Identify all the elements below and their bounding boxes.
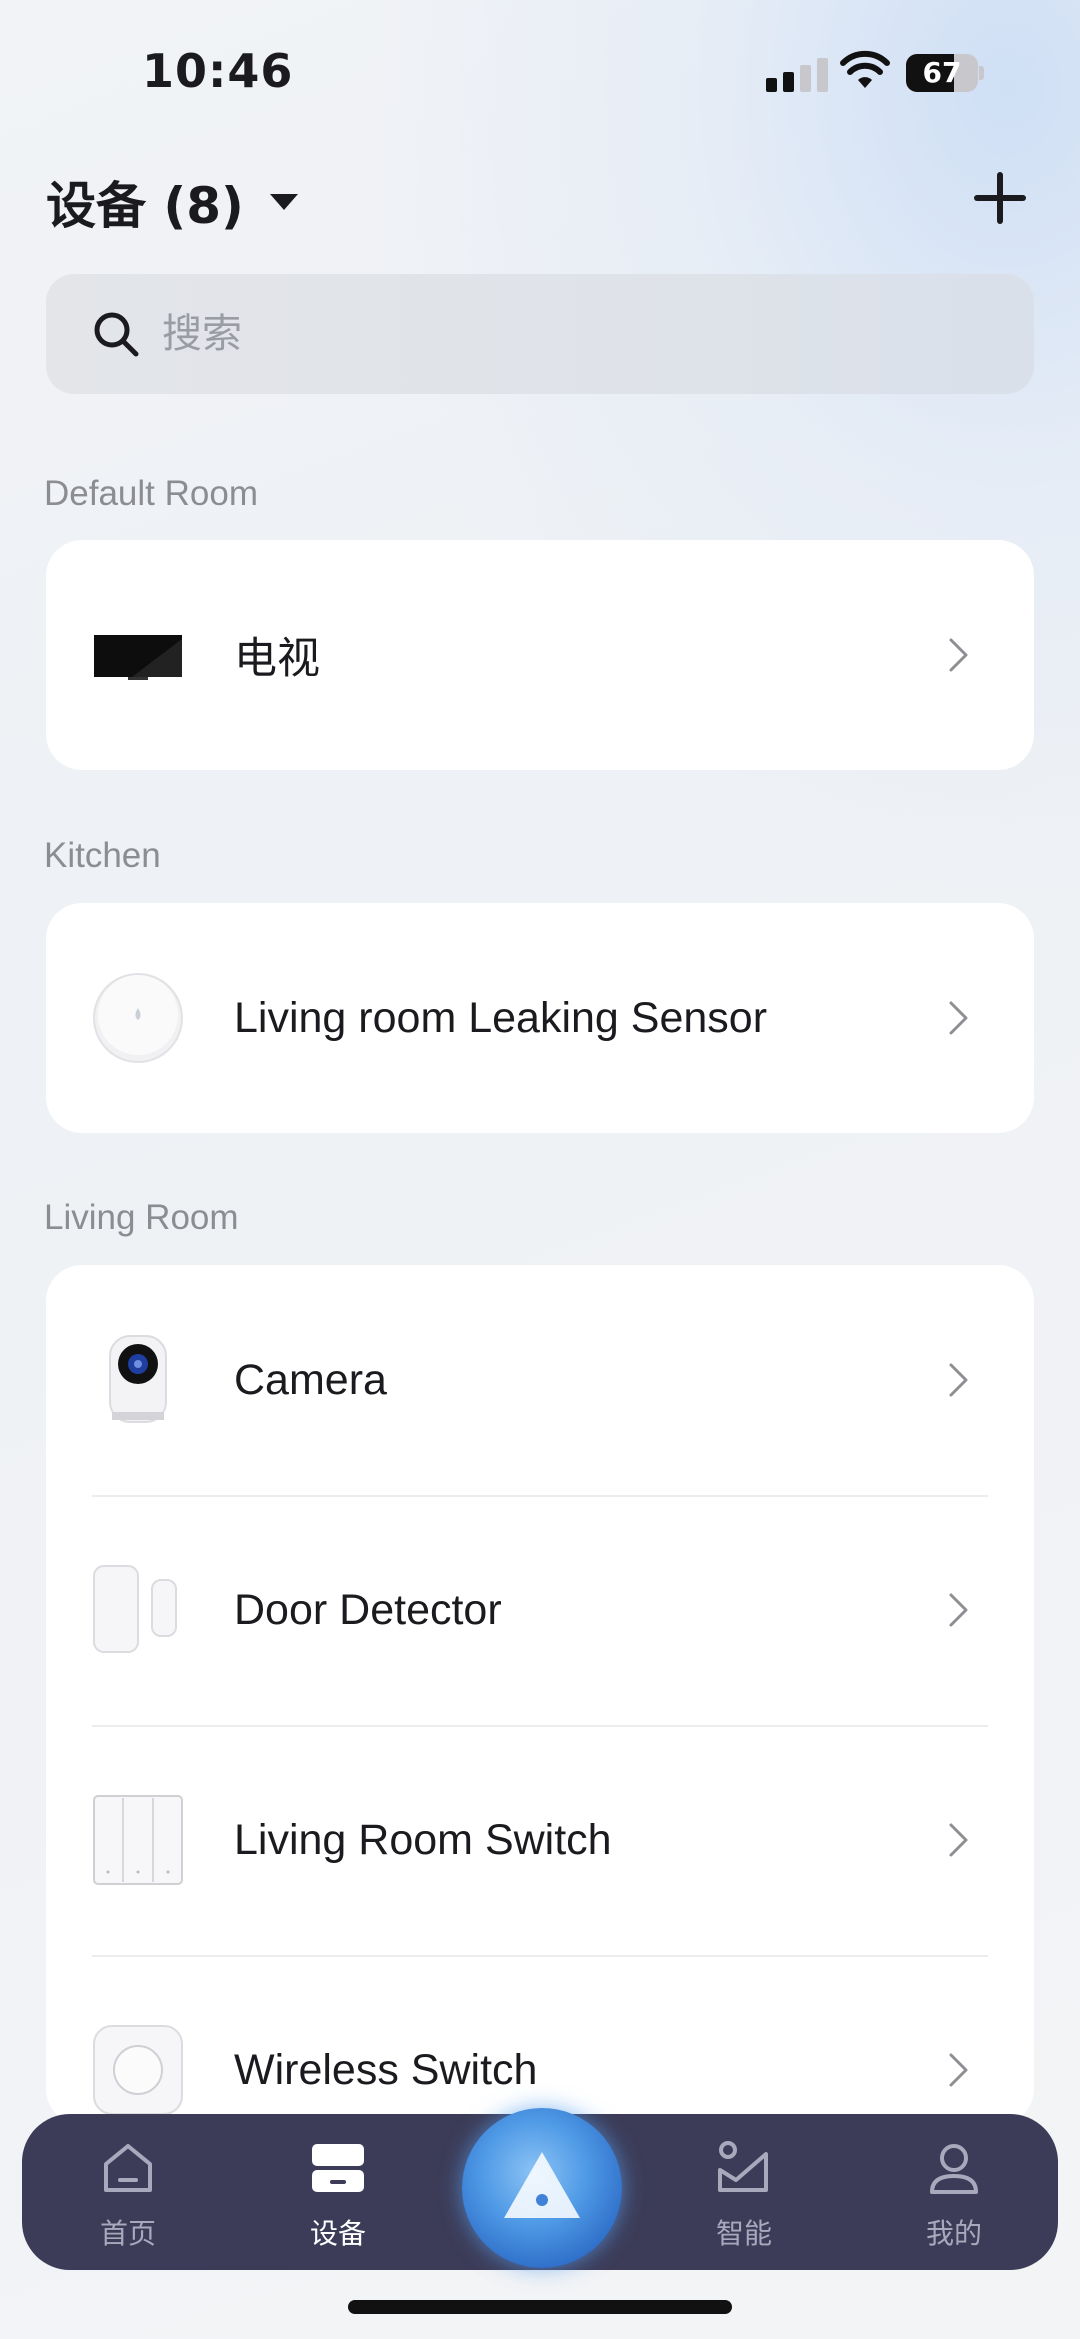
search-icon: [94, 312, 139, 357]
device-name: Wireless Switch: [234, 2045, 538, 2094]
assistant-orb-button[interactable]: [462, 2108, 622, 2268]
battery-icon: 67: [906, 54, 984, 92]
wifi-icon: [840, 50, 890, 88]
tab-label: 首页: [99, 2217, 156, 2250]
tab-profile[interactable]: 我的: [884, 2114, 1024, 2270]
leak-sensor-icon: [93, 973, 183, 1063]
section-label-kitchen: Kitchen: [44, 836, 161, 875]
wireless-switch-icon: [93, 2025, 183, 2115]
home-icon: [104, 2144, 152, 2192]
tab-home[interactable]: 首页: [58, 2114, 198, 2270]
device-row[interactable]: Wireless Switch: [46, 1955, 1034, 2125]
chevron-right-icon: [949, 1823, 968, 1857]
device-row[interactable]: Door Detector: [46, 1495, 1034, 1725]
home-indicator: [348, 2300, 732, 2314]
camera-icon: [109, 1335, 167, 1423]
section-label-living-room: Living Room: [44, 1198, 239, 1237]
search-input[interactable]: [162, 274, 982, 394]
wall-switch-icon: [93, 1795, 183, 1885]
room-card-kitchen: Living room Leaking Sensor: [46, 903, 1034, 1133]
assistant-orb-icon: [504, 2152, 580, 2218]
chevron-right-icon: [949, 1363, 968, 1397]
device-row[interactable]: Living Room Switch: [46, 1725, 1034, 1955]
battery-percent: 67: [922, 56, 962, 89]
tab-automation[interactable]: 智能: [674, 2114, 814, 2270]
cellular-signal-icon: [766, 58, 828, 92]
device-name: Living Room Switch: [234, 1815, 612, 1864]
chevron-right-icon: [949, 2053, 968, 2087]
chevron-right-icon: [949, 638, 968, 672]
status-time: 10:46: [142, 44, 294, 98]
status-bar: 10:46 67: [0, 0, 1080, 140]
devices-icon: [312, 2144, 364, 2192]
room-card-living-room: Camera Door Detector Living Room Switch …: [46, 1265, 1034, 2125]
tab-label: 我的: [925, 2217, 982, 2250]
tab-devices[interactable]: 设备: [268, 2114, 408, 2270]
dropdown-caret-icon: [269, 194, 298, 210]
device-count-title[interactable]: 设备 (8): [46, 166, 298, 238]
section-label-default-room: Default Room: [44, 474, 258, 513]
device-row[interactable]: 电视: [46, 540, 1034, 770]
room-card-default: 电视: [46, 540, 1034, 770]
chevron-right-icon: [949, 1001, 968, 1035]
tv-icon: [94, 635, 182, 680]
page-title: 设备 (8): [46, 177, 244, 235]
chevron-right-icon: [949, 1593, 968, 1627]
add-device-button[interactable]: [972, 170, 1028, 226]
bottom-tab-bar: 首页 设备 智能 我的: [22, 2108, 1058, 2270]
door-detector-icon: [93, 1565, 177, 1653]
tab-label: 智能: [715, 2217, 772, 2250]
device-name: Camera: [234, 1355, 387, 1404]
tab-label: 设备: [309, 2217, 366, 2250]
device-name: Living room Leaking Sensor: [234, 993, 768, 1042]
profile-icon: [930, 2144, 978, 2194]
search-bar[interactable]: [46, 274, 1034, 394]
device-row[interactable]: Living room Leaking Sensor: [46, 903, 1034, 1133]
automation-icon: [718, 2141, 768, 2192]
device-row[interactable]: Camera: [46, 1265, 1034, 1495]
device-name: 电视: [234, 635, 320, 683]
device-name: Door Detector: [234, 1585, 502, 1634]
